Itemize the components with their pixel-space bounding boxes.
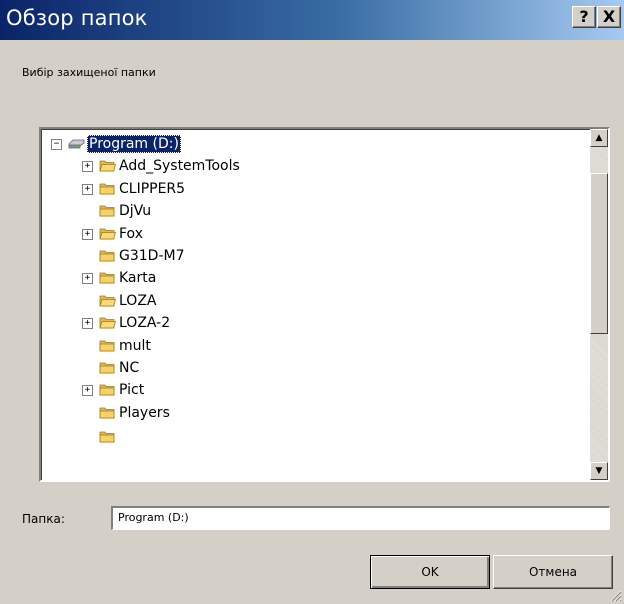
tree-item-label[interactable]: CLIPPER5 (119, 180, 185, 198)
expand-icon[interactable]: + (82, 273, 93, 285)
tree-item-label[interactable]: DjVu (119, 202, 151, 220)
scroll-down-button[interactable]: ▼ (590, 462, 608, 480)
open-folder-icon (99, 294, 117, 307)
tree-item-label[interactable]: Add_SystemTools (119, 157, 240, 175)
tree-item-label[interactable]: mult (119, 337, 151, 355)
cancel-button[interactable]: Отмена (493, 555, 613, 589)
dialog-description: Вибір захищеної папки (22, 66, 156, 79)
expand-icon[interactable]: + (82, 318, 93, 330)
expand-icon[interactable]: + (82, 385, 93, 397)
browse-folder-dialog: Обзор папок ? X Вибір захищеної папки − P… (0, 0, 624, 604)
folder-tree[interactable]: − Program (D:) + Add_SystemTools + CLIPPER5 Dj… (39, 127, 610, 482)
close-button[interactable]: X (597, 6, 621, 28)
vertical-scrollbar[interactable]: ▲ ▼ (590, 129, 608, 480)
folder-icon (99, 204, 116, 217)
collapse-icon[interactable]: − (51, 139, 62, 150)
tree-item-label[interactable]: LOZA-2 (119, 314, 170, 332)
drive-icon (68, 137, 85, 150)
folder-icon (99, 271, 116, 284)
open-folder-icon (99, 316, 117, 329)
tree-item-label[interactable]: Program (D:) (87, 135, 181, 153)
folder-field-label: Папка: (22, 512, 65, 526)
folder-icon (99, 249, 116, 262)
expand-icon[interactable]: + (82, 183, 93, 195)
help-button[interactable]: ? (572, 6, 596, 28)
tree-item-label[interactable]: Karta (119, 269, 156, 287)
ok-button[interactable]: OK (370, 555, 490, 589)
folder-icon (99, 182, 116, 195)
window-title: Обзор папок (6, 6, 148, 30)
expand-icon[interactable]: + (82, 161, 93, 173)
expand-icon[interactable]: + (82, 228, 93, 240)
title-bar[interactable]: Обзор папок ? X (0, 0, 624, 40)
resize-grip-icon[interactable] (610, 590, 622, 602)
folder-icon (99, 428, 116, 443)
folder-icon (99, 361, 116, 374)
scroll-up-button[interactable]: ▲ (590, 129, 608, 147)
tree-item-label[interactable]: LOZA (119, 292, 157, 310)
scroll-thumb[interactable] (590, 173, 608, 334)
tree-item-label[interactable]: NC (119, 359, 139, 377)
tree-item-label[interactable]: G31D-M7 (119, 247, 184, 265)
folder-icon (99, 383, 116, 396)
tree-item-label[interactable]: Fox (119, 225, 143, 243)
open-folder-icon (99, 227, 117, 240)
folder-path-input[interactable]: Program (D:) (111, 506, 610, 530)
tree-item-label[interactable]: Pict (119, 381, 144, 399)
tree-item-label[interactable]: Players (119, 404, 170, 422)
folder-icon (99, 339, 116, 352)
open-folder-icon (99, 159, 117, 172)
folder-icon (99, 406, 116, 419)
